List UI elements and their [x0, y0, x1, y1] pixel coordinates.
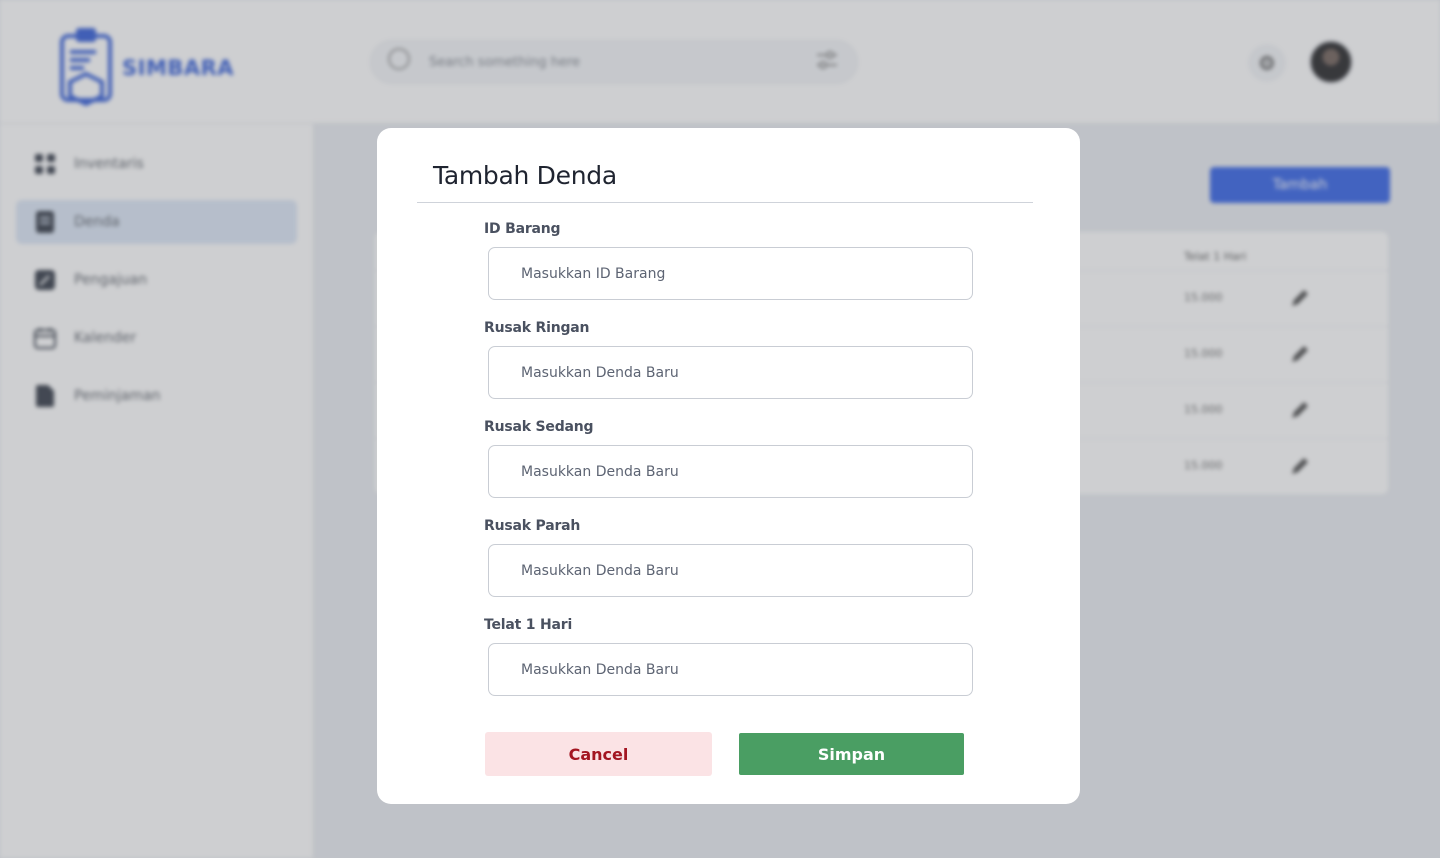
id-barang-label: ID Barang	[484, 221, 561, 237]
rusak-parah-input[interactable]	[488, 544, 973, 597]
modal-divider	[417, 202, 1033, 203]
save-button[interactable]: Simpan	[739, 733, 964, 775]
cancel-button[interactable]: Cancel	[485, 732, 712, 776]
tambah-denda-modal: Tambah Denda ID Barang Rusak Ringan Rusa…	[377, 128, 1080, 804]
rusak-ringan-input[interactable]	[488, 346, 973, 399]
id-barang-input[interactable]	[488, 247, 973, 300]
telat-1-hari-label: Telat 1 Hari	[484, 617, 573, 633]
telat-1-hari-input[interactable]	[488, 643, 973, 696]
rusak-parah-label: Rusak Parah	[484, 518, 581, 534]
rusak-sedang-label: Rusak Sedang	[484, 419, 594, 435]
modal-title: Tambah Denda	[433, 161, 617, 190]
rusak-ringan-label: Rusak Ringan	[484, 320, 590, 336]
rusak-sedang-input[interactable]	[488, 445, 973, 498]
